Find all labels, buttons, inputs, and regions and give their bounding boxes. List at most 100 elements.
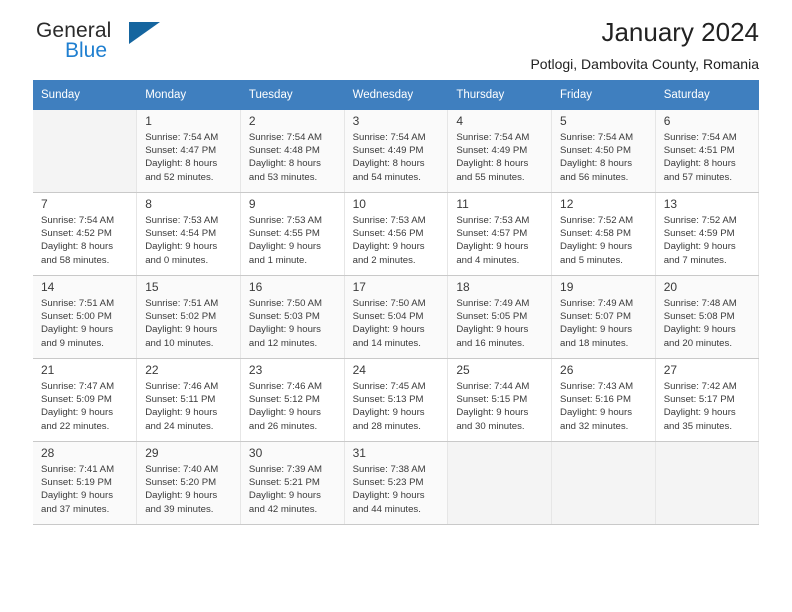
calendar-day-cell[interactable]: 24 Sunrise: 7:45 AM Sunset: 5:13 PM Dayligh… — [344, 358, 449, 442]
day-daylight2-text: and 0 minutes. — [145, 254, 209, 266]
day-sunset-text: Sunset: 4:49 PM — [352, 145, 424, 157]
day-sunset-text: Sunset: 5:07 PM — [560, 311, 631, 323]
calendar-day-cell[interactable]: 7 Sunrise: 7:54 AM Sunset: 4:52 PM Daylight… — [33, 192, 138, 276]
day-daylight1-text: Daylight: 9 hours — [560, 324, 633, 336]
calendar-day-cell[interactable]: 20 Sunrise: 7:48 AM Sunset: 5:08 PM Dayligh… — [655, 275, 760, 359]
calendar-day-cell[interactable]: 3 Sunrise: 7:54 AM Sunset: 4:49 PM Daylight… — [344, 110, 449, 193]
day-sunset-text: Sunset: 4:50 PM — [560, 145, 631, 157]
calendar-day-cell[interactable]: 10 Sunrise: 7:53 AM Sunset: 4:56 PM Dayligh… — [344, 192, 449, 276]
day-number: 23 — [248, 363, 263, 377]
calendar-day-cell[interactable]: 12 Sunrise: 7:52 AM Sunset: 4:58 PM Dayligh… — [551, 192, 656, 276]
day-sunrise-text: Sunrise: 7:49 AM — [560, 298, 634, 309]
day-number: 6 — [663, 114, 671, 128]
day-daylight2-text: and 18 minutes. — [560, 337, 629, 349]
day-details: Sunrise: 7:42 AM Sunset: 5:17 PM Daylight:… — [664, 380, 752, 433]
calendar-day-cell[interactable]: 6 Sunrise: 7:54 AM Sunset: 4:51 PM Daylight… — [655, 110, 760, 193]
day-daylight1-text: Daylight: 8 hours — [560, 158, 633, 170]
day-daylight1-text: Daylight: 8 hours — [145, 158, 218, 170]
day-sunset-text: Sunset: 5:17 PM — [663, 394, 735, 406]
day-daylight1-text: Daylight: 9 hours — [560, 407, 633, 419]
calendar-day-cell[interactable]: 18 Sunrise: 7:49 AM Sunset: 5:05 PM Dayligh… — [447, 275, 553, 359]
day-daylight1-text: Daylight: 8 hours — [248, 158, 321, 170]
calendar-header-row: Sunday Monday Tuesday Wednesday Thursday… — [33, 80, 760, 110]
day-sunrise-text: Sunrise: 7:51 AM — [145, 298, 219, 309]
day-details: Sunrise: 7:43 AM Sunset: 5:16 PM Daylight:… — [560, 380, 648, 433]
calendar-day-cell[interactable]: 23 Sunrise: 7:46 AM Sunset: 5:12 PM Dayligh… — [240, 358, 345, 442]
day-number: 29 — [145, 446, 159, 460]
brand-logo[interactable]: General Blue — [36, 20, 216, 72]
day-daylight2-text: and 5 minutes. — [560, 254, 623, 266]
calendar-day-cell[interactable]: 5 Sunrise: 7:54 AM Sunset: 4:50 PM Daylight… — [551, 110, 656, 193]
calendar-week-row: 28 Sunrise: 7:41 AM Sunset: 5:19 PM Dayligh… — [33, 441, 760, 525]
day-sunrise-text: Sunrise: 7:53 AM — [145, 215, 219, 226]
calendar-day-cell[interactable]: 21 Sunrise: 7:47 AM Sunset: 5:09 PM Dayligh… — [33, 358, 138, 442]
day-daylight1-text: Daylight: 9 hours — [663, 241, 736, 253]
day-cell-content: 2 Sunrise: 7:54 AM Sunset: 4:48 PM Daylight… — [241, 110, 344, 184]
calendar-day-cell[interactable]: 14 Sunrise: 7:51 AM Sunset: 5:00 PM Dayligh… — [33, 275, 138, 359]
calendar-day-cell[interactable]: 27 Sunrise: 7:42 AM Sunset: 5:17 PM Dayligh… — [655, 358, 760, 442]
calendar-day-cell[interactable]: 28 Sunrise: 7:41 AM Sunset: 5:19 PM Dayligh… — [33, 441, 138, 525]
calendar-day-cell[interactable]: 30 Sunrise: 7:39 AM Sunset: 5:21 PM Dayligh… — [240, 441, 345, 525]
calendar-day-cell[interactable]: 16 Sunrise: 7:50 AM Sunset: 5:03 PM Dayligh… — [240, 275, 345, 359]
calendar-day-cell[interactable]: 13 Sunrise: 7:52 AM Sunset: 4:59 PM Dayligh… — [655, 192, 760, 276]
day-cell-content: 25 Sunrise: 7:44 AM Sunset: 5:15 PM Dayligh… — [448, 359, 551, 433]
day-number: 27 — [663, 363, 678, 377]
day-daylight2-text: and 56 minutes. — [560, 171, 629, 183]
day-daylight1-text: Daylight: 9 hours — [352, 490, 425, 502]
day-cell-content: 22 Sunrise: 7:46 AM Sunset: 5:11 PM Dayligh… — [137, 359, 240, 433]
calendar-day-cell[interactable]: 29 Sunrise: 7:40 AM Sunset: 5:20 PM Dayligh… — [136, 441, 241, 525]
day-details: Sunrise: 7:46 AM Sunset: 5:12 PM Daylight:… — [249, 380, 337, 433]
day-number: 30 — [248, 446, 263, 460]
day-cell-content: 7 Sunrise: 7:54 AM Sunset: 4:52 PM Daylight… — [33, 193, 136, 267]
calendar-day-cell[interactable]: 22 Sunrise: 7:46 AM Sunset: 5:11 PM Dayligh… — [136, 358, 241, 442]
day-details: Sunrise: 7:50 AM Sunset: 5:03 PM Daylight:… — [249, 297, 337, 350]
day-sunset-text: Sunset: 5:09 PM — [41, 394, 112, 406]
day-daylight1-text: Daylight: 9 hours — [248, 324, 321, 336]
day-sunrise-text: Sunrise: 7:50 AM — [352, 298, 426, 309]
day-details: Sunrise: 7:54 AM Sunset: 4:49 PM Daylight:… — [353, 131, 441, 184]
calendar-day-cell[interactable]: 2 Sunrise: 7:54 AM Sunset: 4:48 PM Daylight… — [240, 110, 345, 193]
calendar-day-cell[interactable]: 1 Sunrise: 7:54 AM Sunset: 4:47 PM Daylight… — [136, 110, 241, 193]
day-cell-content: 26 Sunrise: 7:43 AM Sunset: 5:16 PM Dayligh… — [552, 359, 655, 433]
calendar-day-cell[interactable]: 19 Sunrise: 7:49 AM Sunset: 5:07 PM Dayligh… — [551, 275, 656, 359]
day-cell-content: 21 Sunrise: 7:47 AM Sunset: 5:09 PM Dayligh… — [33, 359, 136, 433]
day-sunrise-text: Sunrise: 7:39 AM — [248, 464, 322, 475]
calendar-week-row: 7 Sunrise: 7:54 AM Sunset: 4:52 PM Daylight… — [33, 192, 760, 276]
day-cell-content: 5 Sunrise: 7:54 AM Sunset: 4:50 PM Daylight… — [552, 110, 655, 184]
day-daylight2-text: and 28 minutes. — [352, 420, 421, 432]
day-sunrise-text: Sunrise: 7:50 AM — [248, 298, 322, 309]
day-sunrise-text: Sunrise: 7:48 AM — [663, 298, 737, 309]
day-sunrise-text: Sunrise: 7:54 AM — [456, 132, 530, 143]
calendar-day-cell[interactable]: 4 Sunrise: 7:54 AM Sunset: 4:49 PM Daylight… — [447, 110, 553, 193]
weekday-header-thursday: Thursday — [447, 80, 553, 110]
day-daylight2-text: and 22 minutes. — [41, 420, 110, 432]
day-details: Sunrise: 7:45 AM Sunset: 5:13 PM Daylight:… — [353, 380, 441, 433]
calendar-day-cell[interactable]: 8 Sunrise: 7:53 AM Sunset: 4:54 PM Daylight… — [136, 192, 241, 276]
day-daylight2-text: and 1 minute. — [248, 254, 308, 266]
day-daylight2-text: and 14 minutes. — [352, 337, 421, 349]
day-number: 24 — [352, 363, 366, 377]
day-sunset-text: Sunset: 5:13 PM — [352, 394, 424, 406]
calendar-page: General Blue January 2024 Potlogi, Dambo… — [0, 0, 792, 612]
calendar-day-cell[interactable]: 11 Sunrise: 7:53 AM Sunset: 4:57 PM Dayligh… — [447, 192, 553, 276]
calendar-day-cell[interactable]: 26 Sunrise: 7:43 AM Sunset: 5:16 PM Dayligh… — [551, 358, 656, 442]
day-number: 15 — [145, 280, 159, 294]
day-sunset-text: Sunset: 4:58 PM — [560, 228, 631, 240]
day-sunrise-text: Sunrise: 7:43 AM — [560, 381, 634, 392]
calendar-day-cell[interactable]: 31 Sunrise: 7:38 AM Sunset: 5:23 PM Dayligh… — [344, 441, 449, 525]
day-daylight1-text: Daylight: 9 hours — [352, 324, 425, 336]
day-daylight2-text: and 30 minutes. — [456, 420, 525, 432]
day-cell-content: 6 Sunrise: 7:54 AM Sunset: 4:51 PM Daylight… — [656, 110, 759, 184]
day-daylight1-text: Daylight: 9 hours — [456, 407, 529, 419]
calendar-day-cell[interactable]: 15 Sunrise: 7:51 AM Sunset: 5:02 PM Dayligh… — [136, 275, 241, 359]
calendar-cell-empty — [551, 441, 656, 525]
day-sunrise-text: Sunrise: 7:45 AM — [352, 381, 426, 392]
day-details: Sunrise: 7:38 AM Sunset: 5:23 PM Daylight:… — [353, 463, 441, 516]
calendar-day-cell[interactable]: 9 Sunrise: 7:53 AM Sunset: 4:55 PM Daylight… — [240, 192, 345, 276]
day-sunset-text: Sunset: 4:54 PM — [145, 228, 217, 240]
day-sunset-text: Sunset: 4:49 PM — [456, 145, 528, 157]
calendar-day-cell[interactable]: 25 Sunrise: 7:44 AM Sunset: 5:15 PM Dayligh… — [447, 358, 553, 442]
day-daylight2-text: and 26 minutes. — [248, 420, 318, 432]
calendar-day-cell[interactable]: 17 Sunrise: 7:50 AM Sunset: 5:04 PM Dayligh… — [344, 275, 449, 359]
day-cell-content: 17 Sunrise: 7:50 AM Sunset: 5:04 PM Dayligh… — [345, 276, 448, 350]
